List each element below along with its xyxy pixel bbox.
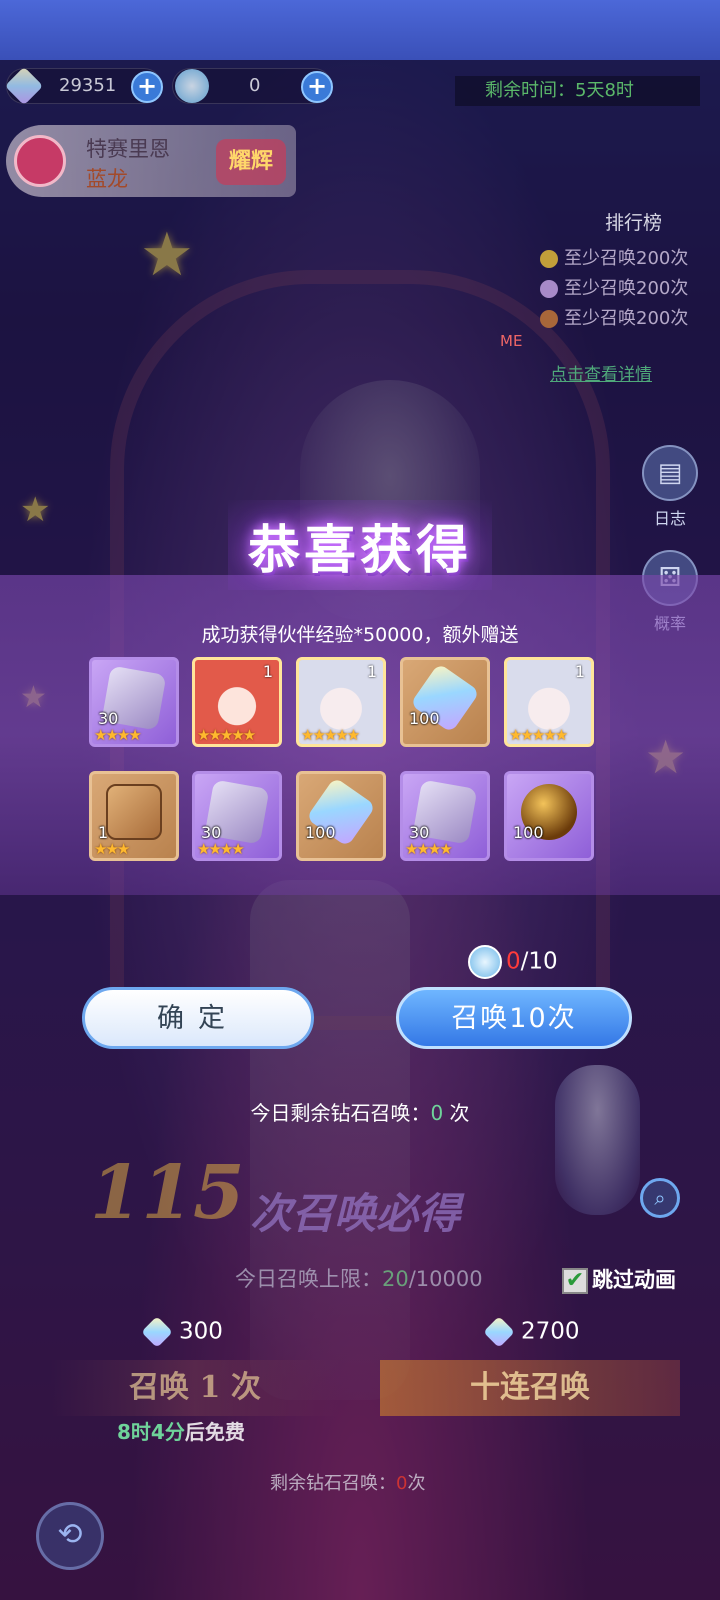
item-level: 1	[262, 662, 273, 681]
reward-item[interactable]: 30 ★★★★	[89, 657, 179, 747]
remaining-label: 剩余钻石召唤：	[270, 1473, 396, 1494]
reward-item[interactable]: 1 ★★★★★	[504, 657, 594, 747]
event-emblem-icon	[14, 135, 66, 187]
remaining-value: 0	[396, 1473, 408, 1494]
cost-ten: 2700	[483, 1316, 580, 1348]
skip-animation-toggle[interactable]: ✔ 跳过动画	[562, 1264, 676, 1294]
rank-2-icon	[540, 280, 558, 298]
item-stars: ★★★★★	[509, 726, 568, 744]
top-bar	[0, 0, 720, 60]
checkbox-checked-icon: ✔	[562, 1268, 588, 1294]
event-tag: 耀辉	[216, 139, 286, 185]
limit-label: 今日召唤上限：	[235, 1267, 382, 1291]
item-level: 1	[366, 662, 377, 681]
summon-ten-again-button[interactable]: 召唤10次	[396, 987, 632, 1049]
free-time: 8时4分	[117, 1420, 185, 1444]
free-suffix: 后免费	[184, 1420, 245, 1444]
ranking-row: 至少召唤200次	[540, 244, 688, 270]
event-subtitle: 蓝龙	[86, 167, 128, 191]
remaining-prefix: 今日剩余钻石召唤：	[250, 1101, 431, 1125]
reward-subtitle: 成功获得伙伴经验*50000，额外赠送	[201, 624, 519, 646]
reward-item[interactable]: 100	[400, 657, 490, 747]
summon-ticket-icon	[175, 69, 209, 103]
diamond-counter: 29351 +	[4, 66, 163, 106]
ranking-row-text: 至少召唤200次	[564, 278, 689, 299]
ranking-row: 至少召唤200次	[540, 304, 688, 330]
chibi-character	[555, 1065, 640, 1215]
daily-limit: 今日召唤上限：20/10000	[235, 1263, 483, 1293]
remaining-diamond-summons: 剩余钻石召唤：0次	[270, 1469, 425, 1495]
timer-label: 剩余时间：	[485, 80, 575, 101]
item-stars: ★★★★	[94, 726, 142, 744]
ranking-row: 至少召唤200次	[540, 274, 688, 300]
diamond-value: 29351	[59, 75, 117, 96]
ticket-total: /10	[520, 948, 558, 975]
item-stars: ★★★	[94, 840, 130, 858]
item-stars: ★★★★	[405, 840, 453, 858]
summon-ticket-icon	[468, 945, 502, 979]
free-summon-timer: 8时4分后免费	[117, 1416, 245, 1445]
summon-one-button[interactable]: 召唤 1 次	[50, 1360, 340, 1416]
remaining-suffix: 次	[407, 1473, 426, 1494]
ranking-title: 排行榜	[605, 212, 663, 234]
ticket-value: 0	[249, 75, 261, 96]
cost-one-value: 300	[179, 1318, 223, 1345]
diamond-icon	[483, 1316, 515, 1348]
reward-title: 恭喜获得	[247, 520, 472, 581]
skip-label: 跳过动画	[592, 1268, 676, 1292]
cost-ten-value: 2700	[521, 1318, 580, 1345]
limit-total: /10000	[408, 1267, 483, 1291]
log-icon: ▤	[642, 445, 698, 501]
event-banner[interactable]: 特赛里恩 蓝龙 耀辉	[6, 125, 296, 197]
item-count: 100	[409, 709, 440, 728]
summon-ten-button[interactable]: 十连召唤	[380, 1360, 680, 1416]
ticket-current: 0	[506, 948, 521, 975]
item-count: 100	[513, 823, 544, 842]
mystery-box-icon	[106, 784, 162, 840]
magnify-icon[interactable]: ⌕	[640, 1178, 680, 1218]
reward-item[interactable]: 30 ★★★★	[400, 771, 490, 861]
back-icon[interactable]: ⟲	[36, 1502, 104, 1570]
diamond-icon	[141, 1316, 173, 1348]
ranking-row-text: 至少召唤200次	[564, 248, 689, 269]
reward-item[interactable]: 1 ★★★	[89, 771, 179, 861]
timer-value: 5天8时	[575, 80, 634, 101]
ticket-counter: 0 +	[172, 68, 333, 104]
event-name: 特赛里恩	[86, 137, 170, 161]
item-stars: ★★★★	[197, 840, 245, 858]
reward-item[interactable]: 1 ★★★★★	[192, 657, 282, 747]
item-count: 100	[305, 823, 336, 842]
reward-item[interactable]: 100	[504, 771, 594, 861]
item-stars: ★★★★★	[301, 726, 360, 744]
ticket-progress: 0/10	[468, 945, 558, 979]
reward-item[interactable]: 30 ★★★★	[192, 771, 282, 861]
add-diamond-button[interactable]: +	[131, 71, 163, 103]
guarantee-count: 115	[90, 1150, 245, 1236]
confirm-button[interactable]: 确定	[82, 987, 314, 1049]
daily-remaining-summons: 今日剩余钻石召唤：0 次	[0, 1097, 720, 1126]
ranking-details-link[interactable]: 点击查看详情	[550, 360, 652, 385]
item-level: 1	[574, 662, 585, 681]
ranking-row-text: 至少召唤200次	[564, 308, 689, 329]
reward-item[interactable]: 1 ★★★★★	[296, 657, 386, 747]
guarantee-text: 次召唤必得	[250, 1189, 461, 1238]
event-timer: 剩余时间：5天8时	[455, 76, 700, 106]
add-ticket-button[interactable]: +	[301, 71, 333, 103]
remaining-suffix: 次	[443, 1101, 470, 1125]
item-stars: ★★★★★	[197, 726, 256, 744]
rank-1-icon	[540, 250, 558, 268]
my-rank-badge: ME	[500, 332, 523, 350]
remaining-value: 0	[430, 1101, 444, 1125]
limit-current: 20	[382, 1267, 409, 1291]
rank-3-icon	[540, 310, 558, 328]
cost-one: 300	[141, 1316, 223, 1348]
reward-item[interactable]: 100	[296, 771, 386, 861]
